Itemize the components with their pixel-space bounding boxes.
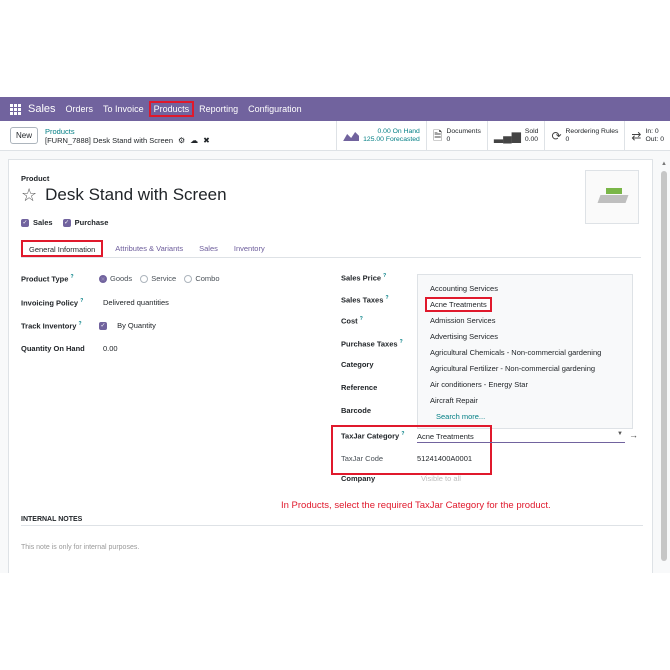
- new-button[interactable]: New: [10, 127, 39, 144]
- check-icon: ✓: [21, 218, 29, 227]
- stat-on-hand-button[interactable]: 0.00 On Hand 125.00 Forecasted: [336, 121, 426, 151]
- instruction-annotation: In Products, select the required TaxJar …: [281, 500, 551, 511]
- taxjar-category-value: Acne Treatments: [417, 432, 474, 441]
- breadcrumb-current-record: [FURN_7888] Desk Stand with Screen: [45, 135, 173, 145]
- sales-checkbox-label: Sales: [33, 218, 53, 227]
- scrollbar-thumb[interactable]: [661, 171, 667, 561]
- taxjar-category-field[interactable]: Acne Treatments ▼: [417, 431, 625, 443]
- company-field[interactable]: Visible to all: [421, 474, 461, 483]
- stat-sold-label: Sold: [524, 128, 539, 135]
- cloud-upload-icon[interactable]: ☁: [190, 136, 198, 145]
- invoicing-policy-field[interactable]: Delivered quantities: [103, 298, 169, 307]
- dropdown-option[interactable]: Advertising Services: [430, 332, 498, 341]
- discard-icon[interactable]: ✖: [203, 136, 210, 145]
- stat-sold-button[interactable]: ▂▄▆ Sold 0.00: [486, 121, 545, 151]
- sales-price-label: Sales Price ?: [341, 273, 387, 283]
- menu-orders[interactable]: Orders: [66, 104, 94, 114]
- menu-to-invoice[interactable]: To Invoice: [103, 104, 144, 114]
- internal-notes-heading: INTERNAL NOTES: [21, 516, 643, 526]
- invoicing-policy-label: Invoicing Policy ?: [21, 298, 84, 308]
- app-brand[interactable]: Sales: [28, 103, 56, 115]
- taxjar-code-label: TaxJar Code: [341, 454, 384, 463]
- product-image[interactable]: [585, 170, 639, 224]
- track-inventory-label: Track Inventory ?: [21, 321, 82, 331]
- stat-documents-label: Documents: [446, 128, 481, 135]
- stat-in-out-button[interactable]: ⇄ In: 0 Out: 0: [624, 121, 670, 151]
- stat-reorder-count: 0: [565, 136, 570, 143]
- breadcrumb-products-link[interactable]: Products: [45, 127, 210, 136]
- exchange-icon: ⇄: [631, 129, 642, 143]
- radio-service[interactable]: Service: [140, 274, 176, 283]
- control-panel: New Products [FURN_7888] Desk Stand with…: [0, 121, 670, 151]
- forecast-chart-icon: [343, 132, 360, 141]
- dropdown-option[interactable]: Air conditioners - Energy Star: [430, 380, 528, 389]
- sales-taxes-dropdown: Accounting Services Acne Treatments Admi…: [417, 274, 633, 429]
- tab-sales[interactable]: Sales: [191, 240, 226, 257]
- barcode-label: Barcode: [341, 406, 372, 415]
- product-name[interactable]: Desk Stand with Screen: [45, 185, 226, 205]
- gear-icon[interactable]: ⚙: [178, 136, 185, 145]
- sales-taxes-label: Sales Taxes ?: [341, 295, 389, 305]
- apps-grid-icon[interactable]: [10, 103, 21, 115]
- radio-goods[interactable]: Goods: [99, 274, 132, 283]
- stat-out: Out: 0: [645, 136, 664, 143]
- reference-label: Reference: [341, 383, 378, 392]
- favorite-star-icon[interactable]: ☆: [21, 186, 37, 204]
- track-inventory-value: By Quantity: [117, 321, 156, 330]
- stat-reordering-button[interactable]: ⟳ Reordering Rules 0: [544, 121, 624, 151]
- quantity-on-hand-label: Quantity On Hand: [21, 344, 85, 353]
- dropdown-option-selected[interactable]: Acne Treatments: [425, 297, 492, 312]
- refresh-icon: ⟳: [551, 129, 562, 143]
- scroll-up-icon[interactable]: ▲: [661, 161, 667, 167]
- purchase-checkbox[interactable]: ✓ Purchase: [62, 218, 109, 227]
- internal-link-arrow-icon[interactable]: →: [629, 430, 638, 440]
- category-label: Category: [341, 360, 374, 369]
- company-label: Company: [341, 474, 376, 483]
- taxjar-category-label: TaxJar Category ?: [341, 431, 405, 441]
- menu-reporting[interactable]: Reporting: [199, 104, 238, 114]
- purchase-taxes-label: Purchase Taxes ?: [341, 339, 403, 349]
- check-icon: ✓: [62, 218, 71, 227]
- app-window: Sales Orders To Invoice Products Reporti…: [0, 97, 670, 573]
- dropdown-option[interactable]: Accounting Services: [430, 284, 498, 293]
- stat-sold-value: 0.00: [524, 136, 539, 143]
- stat-reorder-label: Reordering Rules: [565, 128, 619, 135]
- tab-inventory[interactable]: Inventory: [226, 240, 273, 257]
- top-navbar: Sales Orders To Invoice Products Reporti…: [0, 97, 670, 121]
- stat-on-hand: 0.00 On Hand: [377, 128, 420, 135]
- dropdown-option[interactable]: Aircraft Repair: [430, 396, 478, 405]
- cost-label: Cost ?: [341, 316, 363, 326]
- internal-notes-field[interactable]: This note is only for internal purposes.: [21, 544, 139, 551]
- track-inventory-checkbox[interactable]: ✓ By Quantity: [99, 321, 156, 330]
- product-type-label: Product Type ?: [21, 274, 74, 284]
- form-tabs: General Information Attributes & Variant…: [21, 240, 641, 258]
- purchase-checkbox-label: Purchase: [74, 218, 109, 227]
- stat-documents-count: 0: [446, 136, 451, 143]
- tab-attributes-variants[interactable]: Attributes & Variants: [107, 240, 191, 257]
- stat-in: In: 0: [645, 128, 659, 135]
- chevron-down-icon[interactable]: ▼: [617, 431, 623, 437]
- check-icon: ✓: [99, 321, 107, 330]
- taxjar-code-value: 51241400A0001: [417, 454, 473, 463]
- menu-configuration[interactable]: Configuration: [248, 104, 302, 114]
- scrollbar[interactable]: ▲: [661, 161, 667, 566]
- smart-buttons: 0.00 On Hand 125.00 Forecasted 🗎 Document…: [336, 121, 670, 151]
- sales-checkbox[interactable]: ✓ Sales: [21, 218, 53, 227]
- search-more-link[interactable]: Search more...: [436, 412, 485, 421]
- dropdown-option[interactable]: Agricultural Chemicals - Non-commercial …: [430, 348, 601, 357]
- bar-chart-icon: ▂▄▆: [493, 129, 521, 143]
- stat-forecasted: 125.00 Forecasted: [363, 136, 420, 143]
- radio-combo[interactable]: Combo: [184, 274, 220, 283]
- product-section-label: Product: [21, 174, 50, 183]
- menu-products[interactable]: Products: [148, 101, 195, 117]
- dropdown-option[interactable]: Agricultural Fertilizer - Non-commercial…: [430, 364, 595, 373]
- stat-documents-button[interactable]: 🗎 Documents 0: [425, 121, 487, 151]
- dropdown-option[interactable]: Admission Services: [430, 316, 495, 325]
- form-sheet: Product ☆ Desk Stand with Screen ✓ Sales …: [8, 159, 653, 573]
- tab-general-information[interactable]: General Information: [21, 240, 104, 257]
- quantity-on-hand-value: 0.00: [103, 344, 118, 353]
- breadcrumb: Products [FURN_7888] Desk Stand with Scr…: [45, 127, 210, 145]
- document-icon: 🗎: [432, 129, 443, 143]
